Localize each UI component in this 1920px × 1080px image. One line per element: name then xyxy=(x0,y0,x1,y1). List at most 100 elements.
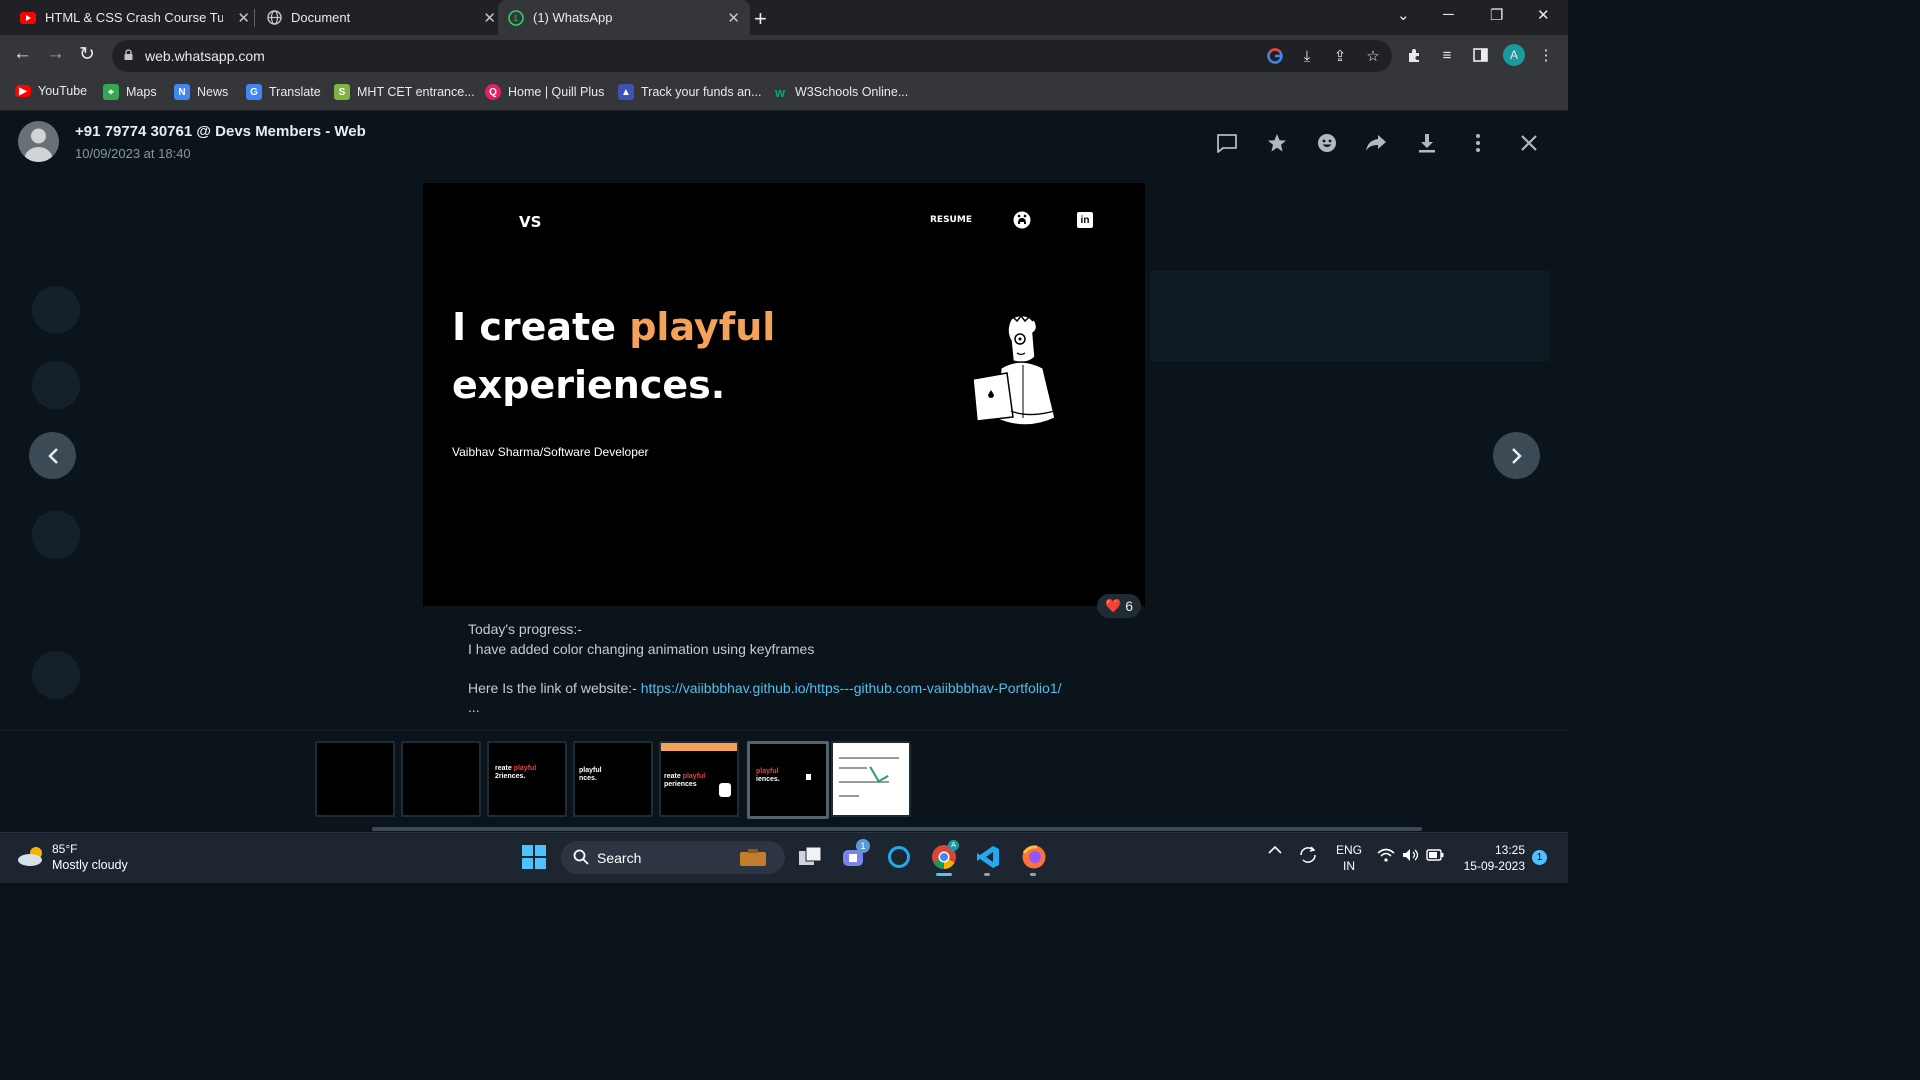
bookmark-maps[interactable]: ⌖ Maps xyxy=(103,84,157,100)
react-emoji-icon[interactable] xyxy=(1315,131,1339,155)
bookmark-label: W3Schools Online... xyxy=(795,85,909,99)
system-clock[interactable]: 13:25 15-09-2023 xyxy=(1460,842,1525,874)
teams-chat-icon[interactable]: 1 xyxy=(840,839,870,871)
caption-line: Here Is the link of website:- https://va… xyxy=(468,679,1062,699)
media-thumbnail[interactable] xyxy=(831,741,911,817)
media-thumbnail[interactable] xyxy=(401,741,481,817)
close-tab-icon[interactable]: ✕ xyxy=(237,9,250,27)
read-more[interactable]: ... xyxy=(468,698,1062,718)
search-highlight-icon xyxy=(739,847,767,872)
s-icon: S xyxy=(334,84,350,100)
notification-badge[interactable]: 1 xyxy=(1532,850,1547,865)
thumbnail-text-accent: playful xyxy=(513,765,537,772)
background-avatar xyxy=(32,651,80,699)
thumbnail-text-part: 2riences. xyxy=(495,773,526,780)
restore-icon[interactable]: ❐ xyxy=(1490,6,1503,24)
weather-description[interactable]: Mostly cloudy xyxy=(52,858,128,872)
bookmark-w3schools[interactable]: w W3Schools Online... xyxy=(772,84,908,100)
close-tab-icon[interactable]: ✕ xyxy=(727,9,740,27)
website-link[interactable]: https://vaiibbbhav.github.io/https---git… xyxy=(641,680,1062,696)
sync-icon[interactable] xyxy=(1297,845,1319,868)
browser-menu-icon[interactable]: ⋮ xyxy=(1537,46,1555,64)
youtube-icon: ▶ xyxy=(15,85,31,97)
media-control-icon[interactable]: ≡ xyxy=(1438,46,1456,64)
clock-date: 15-09-2023 xyxy=(1463,859,1525,873)
bookmark-quill[interactable]: Q Home | Quill Plus xyxy=(485,84,604,100)
bookmark-translate[interactable]: G Translate xyxy=(246,84,321,100)
cloud-icon xyxy=(16,845,46,872)
windows-start-icon[interactable] xyxy=(520,843,548,871)
youtube-icon xyxy=(20,10,36,26)
more-options-icon[interactable] xyxy=(1466,131,1490,155)
side-panel-icon[interactable] xyxy=(1471,46,1489,64)
chrome-icon[interactable]: A xyxy=(930,840,959,876)
thumbnail-text-accent: playful xyxy=(682,773,706,780)
star-icon[interactable] xyxy=(1265,131,1289,155)
thumbnail-text-part: periences xyxy=(664,781,697,788)
running-indicator xyxy=(1030,873,1036,876)
background-avatar xyxy=(32,286,80,334)
weather-temperature[interactable]: 85°F xyxy=(52,842,77,856)
share-icon[interactable]: ⇪ xyxy=(1331,47,1349,65)
volume-icon[interactable] xyxy=(1402,848,1420,865)
thumbnail-line xyxy=(839,781,889,783)
next-media-button[interactable] xyxy=(1493,432,1540,479)
bookmark-news[interactable]: N News xyxy=(174,84,228,100)
tab-whatsapp[interactable]: 1 (1) WhatsApp ✕ xyxy=(498,0,750,35)
address-bar[interactable]: web.whatsapp.com ⤓ ⇪ ☆ xyxy=(112,40,1392,72)
previous-media-button[interactable] xyxy=(29,432,76,479)
bookmark-label: MHT CET entrance... xyxy=(357,85,475,99)
thumbnail-banner xyxy=(661,743,737,751)
developer-illustration xyxy=(971,313,1076,435)
media-thumbnail[interactable]: reate playful 2riences. xyxy=(487,741,567,817)
tab-title: HTML & CSS Crash Course Tutori xyxy=(45,10,223,25)
bookmark-mht-cet[interactable]: S MHT CET entrance... xyxy=(334,84,475,100)
google-icon[interactable] xyxy=(1266,47,1284,65)
clock-time: 13:25 xyxy=(1494,843,1525,857)
bookmark-track-funds[interactable]: ▲ Track your funds an... xyxy=(618,84,761,100)
media-thumbnail-strip: reate playful 2riences. playful nces. reat… xyxy=(0,730,1568,832)
reload-icon[interactable]: ↻ xyxy=(79,43,95,66)
thumbnail-scrollbar[interactable] xyxy=(372,827,1422,831)
tab-youtube[interactable]: HTML & CSS Crash Course Tutori ✕ xyxy=(8,0,260,35)
reaction-badge[interactable]: ❤️ 6 xyxy=(1097,594,1141,618)
taskbar-search[interactable]: Search xyxy=(561,841,785,874)
tab-document[interactable]: Document ✕ xyxy=(254,0,506,35)
thumbnail-text: reate playful 2riences. xyxy=(495,765,536,781)
tab-search-icon[interactable]: ⌄ xyxy=(1397,6,1410,24)
wifi-icon[interactable] xyxy=(1377,848,1395,865)
cortana-icon[interactable] xyxy=(885,843,913,871)
lock-icon xyxy=(124,48,133,60)
minimize-icon[interactable]: ─ xyxy=(1443,6,1454,23)
battery-icon[interactable] xyxy=(1426,849,1444,864)
task-view-icon[interactable] xyxy=(796,843,824,871)
media-thumbnail[interactable]: reate playful periences xyxy=(659,741,739,817)
media-caption: Today's progress:- I have added color ch… xyxy=(468,620,1062,718)
vscode-icon[interactable] xyxy=(974,843,1002,876)
close-viewer-icon[interactable] xyxy=(1517,131,1541,155)
profile-badge: A xyxy=(948,840,959,851)
media-thumbnail[interactable]: playful nces. xyxy=(573,741,653,817)
thumbnail-text-accent: playful xyxy=(756,768,779,775)
back-icon[interactable]: ← xyxy=(13,43,32,65)
forward-icon[interactable]: → xyxy=(46,43,65,65)
forward-icon[interactable] xyxy=(1364,131,1388,155)
bookmark-star-icon[interactable]: ☆ xyxy=(1364,47,1382,65)
download-icon[interactable] xyxy=(1415,131,1439,155)
go-to-message-icon[interactable] xyxy=(1215,131,1239,155)
profile-avatar[interactable]: A xyxy=(1503,44,1525,66)
extensions-icon[interactable] xyxy=(1405,46,1423,64)
reaction-count: 6 xyxy=(1125,598,1133,614)
firefox-icon[interactable] xyxy=(1020,843,1048,876)
install-app-icon[interactable]: ⤓ xyxy=(1298,47,1316,65)
show-hidden-icons[interactable] xyxy=(1268,843,1282,858)
close-window-icon[interactable]: ✕ xyxy=(1537,6,1550,24)
github-icon xyxy=(1013,211,1031,229)
bookmark-youtube[interactable]: ▶ YouTube xyxy=(15,84,87,98)
new-tab-button[interactable]: + xyxy=(754,6,767,32)
media-thumbnail[interactable] xyxy=(315,741,395,817)
w3schools-icon: w xyxy=(774,84,786,100)
language-indicator[interactable]: ENG IN xyxy=(1336,842,1362,874)
close-tab-icon[interactable]: ✕ xyxy=(483,9,496,27)
media-thumbnail-selected[interactable]: playful iences. xyxy=(747,741,829,819)
